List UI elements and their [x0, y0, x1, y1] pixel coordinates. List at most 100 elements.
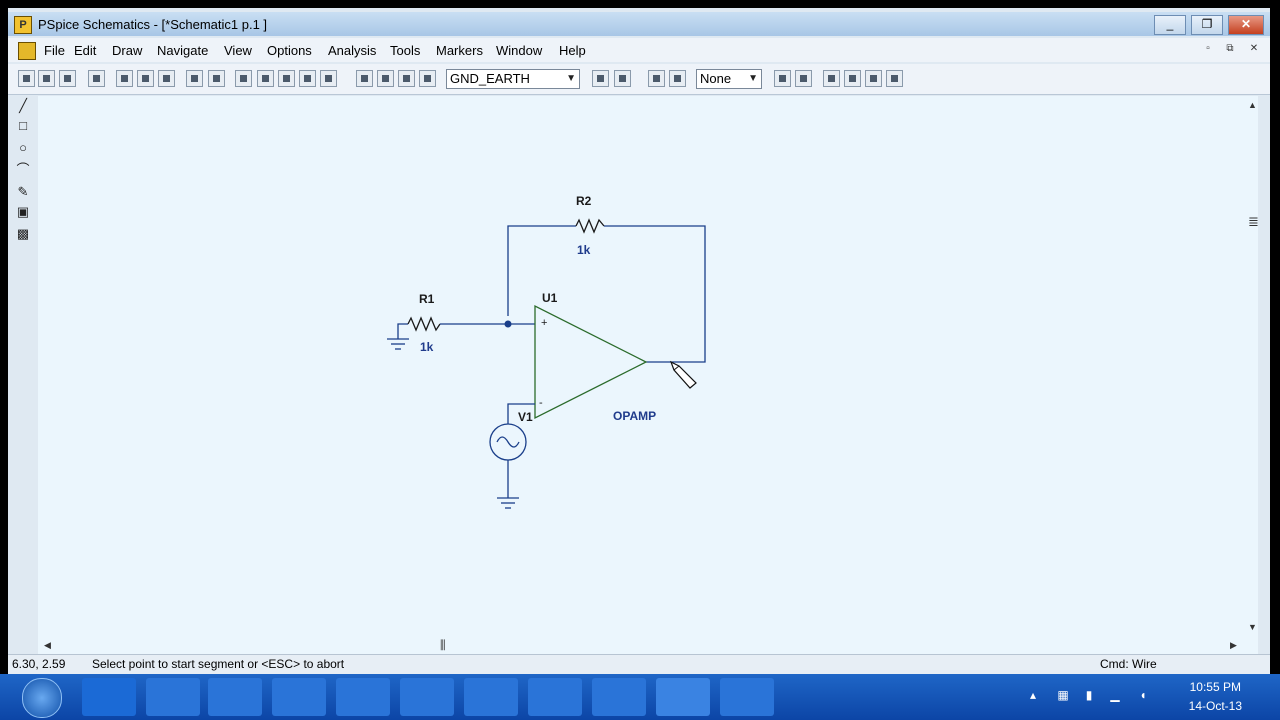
app-icon[interactable] — [592, 678, 646, 716]
pspice-icon[interactable] — [656, 678, 710, 716]
edit-symbol-icon[interactable] — [614, 70, 631, 87]
sync-icon[interactable] — [464, 678, 518, 716]
hscroll-thumb-icon[interactable]: ⫼ — [440, 638, 446, 653]
draw-block-icon[interactable] — [398, 70, 415, 87]
mdi-restore-icon[interactable]: ⧉ — [1222, 42, 1238, 56]
volume-icon[interactable]: ◖ — [1136, 688, 1150, 704]
opamp-minus-pin: - — [539, 397, 543, 409]
mdi-close-icon[interactable]: ✕ — [1246, 42, 1262, 56]
scroll-up-arrow[interactable]: ▲ — [1248, 100, 1257, 110]
cursor-coordinates: 6.30, 2.59 — [12, 657, 66, 671]
wire-feedback-right[interactable] — [604, 225, 706, 363]
media-player-icon[interactable] — [208, 678, 262, 716]
part-combo[interactable]: GND_EARTH ▼ — [446, 69, 580, 89]
zoom-in-icon[interactable] — [257, 70, 274, 87]
current-marker-icon[interactable] — [865, 70, 882, 87]
probe-setup-icon[interactable] — [795, 70, 812, 87]
draw-bus-icon[interactable] — [377, 70, 394, 87]
sine-wave-icon — [496, 436, 520, 448]
paste-icon[interactable] — [158, 70, 175, 87]
explorer-icon[interactable] — [146, 678, 200, 716]
menu-help[interactable]: Help — [559, 43, 586, 58]
probe-icon[interactable] — [774, 70, 791, 87]
menu-file[interactable]: File — [44, 43, 65, 58]
redraw-icon[interactable] — [235, 70, 252, 87]
arc-tool-icon[interactable]: ╱ — [14, 98, 32, 114]
box-tool-icon[interactable]: □ — [14, 118, 32, 134]
battery-icon[interactable]: ▮ — [1082, 688, 1096, 704]
copy-icon[interactable] — [137, 70, 154, 87]
graph-tool-icon[interactable]: ▩ — [14, 226, 32, 242]
u1-ref: U1 — [542, 291, 558, 305]
maximize-button[interactable]: ❐ — [1191, 15, 1223, 35]
text-tool-icon[interactable]: ✎ — [14, 184, 32, 200]
firefox-icon[interactable] — [272, 678, 326, 716]
folder-icon[interactable] — [720, 678, 774, 716]
chrome-icon[interactable] — [336, 678, 390, 716]
undo-icon[interactable] — [186, 70, 203, 87]
part-combo-value: GND_EARTH — [450, 71, 530, 86]
menu-edit[interactable]: Edit — [74, 43, 96, 58]
print-icon[interactable] — [88, 70, 105, 87]
setup-analysis-icon[interactable] — [648, 70, 665, 87]
voltage-differential-icon[interactable] — [844, 70, 861, 87]
status-message: Select point to start segment or <ESC> t… — [92, 657, 345, 671]
opamp-u1[interactable] — [534, 304, 648, 420]
wire-r1-ground[interactable] — [397, 323, 408, 339]
zoom-area-icon[interactable] — [299, 70, 316, 87]
image-tool-icon[interactable]: ▣ — [14, 204, 32, 220]
junction-dot[interactable] — [504, 320, 512, 328]
resistor-r1[interactable] — [407, 316, 441, 332]
menu-options[interactable]: Options — [267, 43, 312, 58]
schematic-canvas[interactable]: R2 1k R1 1k + - U1 OPAMP V1 — [38, 96, 1258, 656]
clock[interactable]: 10:55 PM 14-Oct-13 — [1189, 678, 1242, 716]
window-title: PSpice Schematics - [*Schematic1 p.1 ] — [38, 17, 268, 32]
chevron-down-icon[interactable]: ▼ — [748, 70, 758, 88]
voltage-marker-icon[interactable] — [823, 70, 840, 87]
scroll-right-arrow[interactable]: ▶ — [1230, 640, 1237, 651]
menu-markers[interactable]: Markers — [436, 43, 483, 58]
app-icon[interactable] — [528, 678, 582, 716]
resistor-r2[interactable] — [575, 218, 605, 234]
polyline-tool-icon[interactable]: ⌒ — [14, 162, 32, 178]
circle-tool-icon[interactable]: ○ — [14, 140, 32, 156]
schematic-drawing[interactable]: R2 1k R1 1k + - U1 OPAMP V1 — [38, 96, 1248, 656]
network-icon[interactable]: ▦ — [1056, 688, 1070, 704]
minimize-button[interactable]: _ — [1154, 15, 1186, 35]
draw-wire-icon[interactable] — [356, 70, 373, 87]
display-combo[interactable]: None ▼ — [696, 69, 762, 89]
new-icon[interactable] — [18, 70, 35, 87]
title-bar[interactable]: P PSpice Schematics - [*Schematic1 p.1 ]… — [8, 12, 1270, 36]
r2-ref: R2 — [576, 194, 592, 208]
zoom-fit-icon[interactable] — [320, 70, 337, 87]
menu-draw[interactable]: Draw — [112, 43, 142, 58]
mdi-minimize-icon[interactable]: ▫ — [1200, 42, 1216, 56]
simulate-icon[interactable] — [669, 70, 686, 87]
menu-tools[interactable]: Tools — [390, 43, 420, 58]
clock-date: 14-Oct-13 — [1188, 699, 1242, 713]
pspice-app-icon[interactable]: P — [14, 16, 32, 34]
get-part-icon[interactable] — [419, 70, 436, 87]
edit-attributes-icon[interactable] — [592, 70, 609, 87]
zoom-out-icon[interactable] — [278, 70, 295, 87]
menu-view[interactable]: View — [224, 43, 252, 58]
document-icon[interactable] — [18, 42, 36, 60]
bias-display-icon[interactable] — [886, 70, 903, 87]
open-icon[interactable] — [38, 70, 55, 87]
save-icon[interactable] — [59, 70, 76, 87]
menu-analysis[interactable]: Analysis — [328, 43, 376, 58]
cut-icon[interactable] — [116, 70, 133, 87]
redo-icon[interactable] — [208, 70, 225, 87]
chevron-down-icon[interactable]: ▼ — [566, 70, 576, 88]
close-button[interactable]: ✕ — [1228, 15, 1264, 35]
skype-icon[interactable] — [400, 678, 454, 716]
ie-icon[interactable] — [82, 678, 136, 716]
scroll-left-arrow[interactable]: ◀ — [44, 640, 51, 651]
start-button[interactable] — [22, 678, 62, 718]
menu-window[interactable]: Window — [496, 43, 542, 58]
signal-icon[interactable]: ▁ — [1108, 688, 1122, 704]
tray-expand-icon[interactable]: ▴ — [1026, 688, 1040, 704]
scroll-down-arrow[interactable]: ▼ — [1248, 622, 1257, 632]
menu-navigate[interactable]: Navigate — [157, 43, 208, 58]
scroll-thumb-icon[interactable]: ≣ — [1248, 214, 1259, 230]
